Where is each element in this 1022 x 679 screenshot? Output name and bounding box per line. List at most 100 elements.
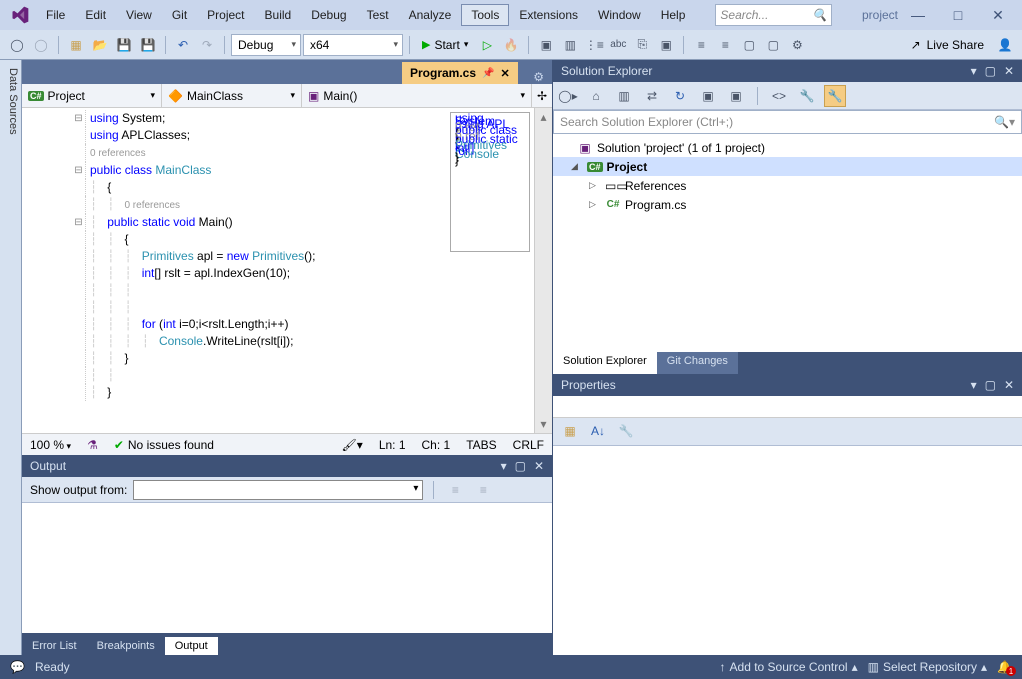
menu-window[interactable]: Window: [588, 4, 651, 26]
expand-icon[interactable]: ◢: [571, 161, 583, 172]
fold-toggle[interactable]: ⊟: [72, 110, 86, 127]
se-btn-6[interactable]: ▣: [697, 85, 719, 107]
code-line[interactable]: ┆ ┆ ┆ int[] rslt = apl.IndexGen(10);: [86, 265, 290, 282]
output-btn-2[interactable]: ≡: [472, 479, 494, 501]
save-all-button[interactable]: 💾: [137, 34, 159, 56]
code-line[interactable]: ┆ ┆ ┆ Primitives apl = new Primitives();: [86, 248, 315, 265]
expand-icon[interactable]: ▷: [589, 199, 601, 210]
tab-options-icon[interactable]: ⚙: [525, 70, 552, 84]
nav-project-combo[interactable]: C# Project: [22, 84, 162, 107]
output-source-combo[interactable]: [133, 480, 423, 500]
se-btn-9[interactable]: 🔧: [796, 85, 818, 107]
solution-tree[interactable]: ▣ Solution 'project' (1 of 1 project) ◢ …: [553, 134, 1022, 352]
code-line[interactable]: using APLClasses;: [86, 127, 190, 144]
brush-icon[interactable]: 🖌▾: [342, 438, 363, 452]
menu-debug[interactable]: Debug: [301, 4, 356, 26]
code-line[interactable]: ┆ ┆ ┆: [86, 299, 142, 316]
bottom-tab-error-list[interactable]: Error List: [22, 637, 87, 655]
tb-icon-1[interactable]: ▣: [535, 34, 557, 56]
menu-edit[interactable]: Edit: [75, 4, 116, 26]
tree-file-node[interactable]: ▷ C# Program.cs: [553, 195, 1022, 214]
split-editor-button[interactable]: ✢: [532, 84, 552, 107]
menu-analyze[interactable]: Analyze: [399, 4, 462, 26]
code-line[interactable]: ┆ ┆ ┆ for (int i=0;i<rslt.Length;i++): [86, 316, 288, 333]
se-btn-8[interactable]: <>: [768, 85, 790, 107]
zoom-combo[interactable]: 100 %: [30, 438, 71, 452]
feedback-icon[interactable]: 💬: [10, 660, 25, 674]
search-box[interactable]: Search... 🔍: [715, 4, 832, 26]
se-wrench-selected[interactable]: 🔧: [824, 85, 846, 107]
code-line[interactable]: ┆ ┆ }: [86, 350, 128, 367]
code-line[interactable]: ┆ {: [86, 179, 111, 196]
bottom-tab-breakpoints[interactable]: Breakpoints: [87, 637, 165, 655]
tb-icon-11[interactable]: ⚙: [786, 34, 808, 56]
se-tab-git-changes[interactable]: Git Changes: [657, 352, 738, 374]
se-back-icon[interactable]: ◯▸: [557, 85, 579, 107]
tree-solution-node[interactable]: ▣ Solution 'project' (1 of 1 project): [553, 138, 1022, 157]
close-button[interactable]: ✕: [978, 1, 1018, 29]
minimap[interactable]: using Systemusing APL0 refpublic class{0…: [450, 112, 530, 252]
fold-toggle[interactable]: ⊟: [72, 162, 86, 179]
code-line[interactable]: ┆ ┆: [86, 367, 124, 384]
code-line[interactable]: ┆ }: [86, 384, 111, 401]
bottom-tab-output[interactable]: Output: [165, 637, 218, 655]
minimize-button[interactable]: —: [898, 1, 938, 29]
undo-button[interactable]: ↶: [172, 34, 194, 56]
code-line[interactable]: ┆ ┆ {: [86, 231, 128, 248]
start-debug-button[interactable]: ▶Start▾: [416, 34, 474, 56]
se-refresh-icon[interactable]: ↻: [669, 85, 691, 107]
expand-icon[interactable]: ▷: [589, 180, 601, 191]
se-tab-solution-explorer[interactable]: Solution Explorer: [553, 352, 657, 374]
redo-button[interactable]: ↷: [196, 34, 218, 56]
se-dropdown-icon[interactable]: ▾: [971, 64, 977, 78]
menu-view[interactable]: View: [116, 4, 162, 26]
se-close-icon[interactable]: ✕: [1004, 64, 1014, 78]
platform-combo[interactable]: x64: [303, 34, 403, 56]
se-btn-7[interactable]: ▣: [725, 85, 747, 107]
menu-tools[interactable]: Tools: [461, 4, 509, 26]
health-icon[interactable]: ⚗: [87, 438, 98, 452]
issues-indicator[interactable]: ✔ No issues found: [114, 438, 214, 452]
prop-wrench-icon[interactable]: 🔧: [615, 420, 637, 442]
data-sources-tab[interactable]: Data Sources: [0, 60, 22, 655]
prop-close-icon[interactable]: ✕: [1004, 378, 1014, 392]
close-tab-icon[interactable]: ✕: [500, 67, 509, 80]
se-home-icon[interactable]: ⌂: [585, 85, 607, 107]
hot-reload-button[interactable]: 🔥: [500, 34, 522, 56]
tb-icon-5[interactable]: ⎘: [631, 34, 653, 56]
nav-class-combo[interactable]: 🔶 MainClass: [162, 84, 302, 107]
menu-file[interactable]: File: [36, 4, 75, 26]
output-body[interactable]: [22, 503, 552, 633]
panel-pin-icon[interactable]: ▢: [515, 459, 526, 473]
new-item-button[interactable]: ▦: [65, 34, 87, 56]
tree-project-node[interactable]: ◢ C# Project: [553, 157, 1022, 176]
output-btn-1[interactable]: ≡: [444, 479, 466, 501]
notifications-button[interactable]: 🔔 1: [997, 660, 1012, 674]
code-line[interactable]: using System;: [86, 110, 165, 127]
pin-icon[interactable]: 📌: [482, 68, 494, 79]
tb-icon-7[interactable]: ≡: [690, 34, 712, 56]
properties-body[interactable]: [553, 446, 1022, 656]
tb-icon-6[interactable]: ▣: [655, 34, 677, 56]
tb-icon-4[interactable]: abc: [607, 34, 629, 56]
menu-build[interactable]: Build: [255, 4, 302, 26]
prop-alpha-icon[interactable]: A↓: [587, 420, 609, 442]
se-search-box[interactable]: Search Solution Explorer (Ctrl+;) 🔍▾: [553, 110, 1022, 134]
account-button[interactable]: 👤: [994, 34, 1016, 56]
code-line[interactable]: ┆ ┆ ┆ ┆ Console.WriteLine(rslt[i]);: [86, 333, 293, 350]
config-combo[interactable]: Debug: [231, 34, 301, 56]
editor-scrollbar[interactable]: ▴▾: [534, 108, 552, 433]
code-line[interactable]: ┆ ┆ ┆: [86, 282, 142, 299]
select-repository-button[interactable]: ▥ Select Repository▴: [868, 660, 987, 674]
panel-close-icon[interactable]: ✕: [534, 459, 544, 473]
tb-icon-9[interactable]: ▢: [738, 34, 760, 56]
se-btn-3[interactable]: ▥: [613, 85, 635, 107]
prop-categorize-icon[interactable]: ▦: [559, 420, 581, 442]
code-line[interactable]: 0 references: [86, 144, 146, 162]
open-button[interactable]: 📂: [89, 34, 111, 56]
tb-icon-10[interactable]: ▢: [762, 34, 784, 56]
prop-dropdown-icon[interactable]: ▾: [971, 378, 977, 392]
menu-git[interactable]: Git: [162, 4, 197, 26]
code-line[interactable]: public class MainClass: [86, 162, 211, 179]
start-nodebug-button[interactable]: ▷: [476, 34, 498, 56]
